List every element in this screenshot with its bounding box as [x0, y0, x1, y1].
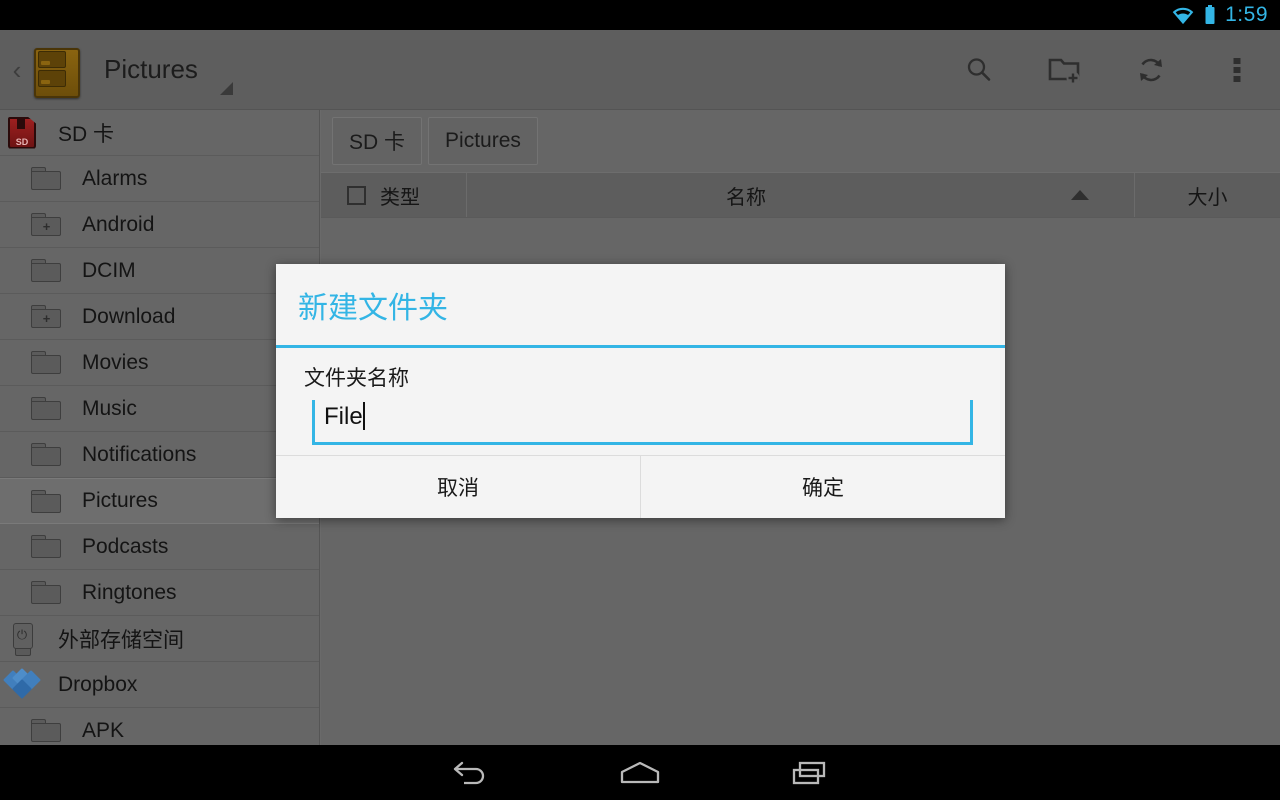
sidebar-item-label: Movies	[82, 350, 149, 374]
status-bar: 1:59	[0, 0, 1280, 30]
action-bar: ‹ Pictures	[0, 30, 1280, 110]
folder-name-input[interactable]: File	[312, 400, 973, 445]
sidebar-item-android[interactable]: Android	[0, 202, 319, 248]
status-clock: 1:59	[1225, 3, 1268, 26]
folder-icon	[24, 167, 68, 190]
file-cabinet-icon[interactable]	[32, 44, 80, 98]
cancel-button[interactable]: 取消	[276, 456, 641, 518]
page-title: Pictures	[104, 54, 198, 84]
sidebar-file-tree[interactable]: SD SD 卡 Alarms Android DCIM	[0, 110, 320, 745]
folder-icon	[24, 489, 68, 513]
sidebar-item-pictures[interactable]: Pictures	[0, 478, 319, 524]
text-caret	[362, 402, 365, 430]
wifi-icon	[1171, 6, 1195, 24]
sidebar-item-label: Music	[82, 396, 137, 420]
column-header-type[interactable]: 类型	[321, 173, 466, 217]
sd-card-icon: SD	[0, 116, 44, 149]
sidebar-item-label: Download	[82, 304, 176, 328]
folder-icon	[24, 443, 68, 466]
nav-recents-icon[interactable]	[725, 745, 895, 800]
sidebar-item-download[interactable]: Download	[0, 294, 319, 340]
android-navigation-bar	[0, 745, 1280, 800]
battery-icon	[1204, 5, 1216, 25]
folder-expandable-icon	[24, 305, 68, 328]
column-header-name[interactable]: 名称	[466, 173, 1025, 217]
dropdown-triangle-icon[interactable]	[219, 82, 233, 95]
column-sort-indicator[interactable]	[1025, 173, 1135, 217]
folder-icon	[24, 397, 68, 420]
action-bar-actions	[936, 30, 1280, 109]
search-icon[interactable]	[936, 30, 1022, 109]
sidebar-item-notifications[interactable]: Notifications	[0, 432, 319, 478]
sidebar-item-external-storage[interactable]: ⏻ 外部存储空间	[0, 616, 319, 662]
android-file-manager-screen: 1:59 ‹ Pictures SD SD 卡 Alarms + Android…	[0, 0, 1280, 800]
folder-icon	[24, 351, 68, 374]
refresh-icon[interactable]	[1108, 30, 1194, 109]
folder-icon	[24, 535, 68, 558]
column-header-size-label: 大小	[1187, 186, 1228, 209]
sidebar-item-label: Podcasts	[82, 534, 169, 558]
sidebar-item-podcasts[interactable]: Podcasts	[0, 524, 319, 570]
sidebar-item-sd-card[interactable]: SD SD 卡	[0, 110, 319, 156]
sidebar-item-label: Ringtones	[82, 580, 177, 604]
dropbox-icon	[0, 667, 44, 699]
dialog-button-row: 取消 确定	[276, 455, 1005, 518]
sort-ascending-icon	[1070, 190, 1089, 200]
folder-icon	[24, 581, 68, 604]
sidebar-item-label: SD 卡	[58, 122, 115, 146]
column-header-size[interactable]: 大小	[1135, 173, 1280, 217]
select-all-checkbox[interactable]	[347, 185, 366, 205]
nav-back-icon[interactable]	[385, 745, 555, 800]
sidebar-item-label: Notifications	[82, 442, 197, 466]
usb-drive-icon: ⏻	[0, 622, 44, 656]
sidebar-item-dcim[interactable]: DCIM	[0, 248, 319, 294]
sidebar-item-dropbox[interactable]: Dropbox	[0, 662, 319, 708]
new-folder-dialog: 新建文件夹 文件夹名称 File 取消 确定	[276, 264, 1005, 518]
sidebar-item-label: APK	[82, 718, 125, 742]
sidebar-item-alarms[interactable]: Alarms	[0, 156, 319, 202]
dialog-title: 新建文件夹	[298, 291, 448, 325]
folder-name-value: File	[324, 403, 363, 430]
folder-name-label: 文件夹名称	[304, 367, 409, 390]
folder-icon	[24, 719, 68, 742]
sidebar-item-movies[interactable]: Movies	[0, 340, 319, 386]
sidebar-item-ringtones[interactable]: Ringtones	[0, 570, 319, 616]
sidebar-item-label: 外部存储空间	[58, 628, 184, 652]
sidebar-item-label: Dropbox	[58, 672, 138, 696]
overflow-menu-icon[interactable]	[1194, 30, 1280, 109]
folder-expandable-icon	[24, 213, 68, 236]
folder-icon	[24, 259, 68, 282]
column-header-type-label: 类型	[380, 186, 420, 209]
sidebar-item-apk[interactable]: APK	[0, 708, 319, 745]
dialog-body: 文件夹名称 File	[276, 348, 1005, 455]
sidebar-item-label: DCIM	[82, 258, 136, 282]
file-list-column-header: 类型 名称 大小	[321, 172, 1280, 218]
column-header-name-label: 名称	[726, 186, 766, 209]
breadcrumb-item-pictures[interactable]: Pictures	[428, 117, 538, 165]
dialog-title-area: 新建文件夹	[276, 264, 1005, 348]
sidebar-item-label: Android	[82, 212, 155, 236]
confirm-button[interactable]: 确定	[641, 456, 1005, 518]
breadcrumb: SD 卡 Pictures	[321, 110, 1280, 172]
back-chevron-icon[interactable]: ‹	[4, 57, 30, 83]
sidebar-item-music[interactable]: Music	[0, 386, 319, 432]
breadcrumb-item-sd-card[interactable]: SD 卡	[332, 117, 423, 165]
new-folder-icon[interactable]	[1022, 30, 1108, 109]
nav-home-icon[interactable]	[555, 745, 725, 800]
sidebar-item-label: Alarms	[82, 166, 148, 190]
sidebar-item-label: Pictures	[82, 489, 158, 512]
